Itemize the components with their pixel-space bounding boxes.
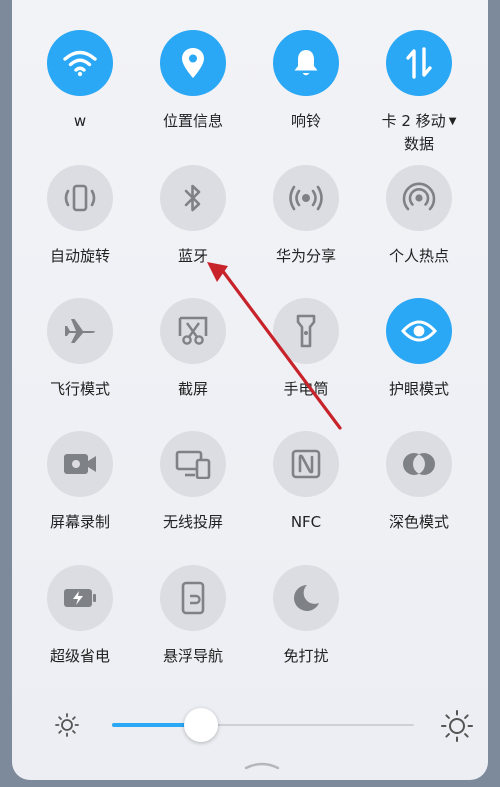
brightness-slider-track[interactable] <box>202 724 414 726</box>
tile-floating-nav[interactable]: 悬浮导航 <box>137 565 249 667</box>
tile-label: 响铃 <box>290 112 321 130</box>
tile-dark-mode[interactable]: 深色模式 <box>363 431 475 533</box>
tile-hotspot[interactable]: 个人热点 <box>363 165 475 267</box>
tile-label: 个人热点 <box>388 247 449 265</box>
flashlight-icon[interactable] <box>273 298 339 364</box>
airplane-icon[interactable] <box>47 298 113 364</box>
eye-comfort-icon[interactable] <box>386 298 452 364</box>
bell-icon[interactable] <box>273 30 339 96</box>
do-not-disturb-icon[interactable] <box>273 565 339 631</box>
tile-auto-rotate[interactable]: 自动旋转 <box>24 165 136 267</box>
tile-label: 无线投屏 <box>162 513 223 531</box>
tile-label: 护眼模式 <box>388 380 449 398</box>
tile-label: 蓝牙 <box>177 247 208 265</box>
chevron-down-icon[interactable]: ▼ <box>449 116 457 127</box>
auto-rotate-icon[interactable] <box>47 165 113 231</box>
tile-label: 位置信息 <box>162 112 223 130</box>
hotspot-icon[interactable] <box>386 165 452 231</box>
quick-settings-panel: w 位置信息 响铃 卡 2 移动 ▼ 数据 自动旋转 蓝牙 华为分享 个人热点 … <box>12 0 488 780</box>
tile-flashlight[interactable]: 手电筒 <box>250 298 362 400</box>
tile-label-line2: 数据 <box>403 135 434 153</box>
tile-screenshot[interactable]: 截屏 <box>137 298 249 400</box>
tile-label: 飞行模式 <box>49 380 110 398</box>
tile-label: w <box>73 112 87 130</box>
tile-label: 截屏 <box>177 380 208 398</box>
tile-mobile-data[interactable]: 卡 2 移动 ▼ 数据 <box>363 30 475 155</box>
tile-wifi[interactable]: w <box>24 30 136 132</box>
mobile-data-icon[interactable] <box>386 30 452 96</box>
tile-label: 自动旋转 <box>49 247 110 265</box>
tile-bluetooth[interactable]: 蓝牙 <box>137 165 249 267</box>
battery-saver-icon[interactable] <box>47 565 113 631</box>
tile-huawei-share[interactable]: 华为分享 <box>250 165 362 267</box>
tile-label: 免打扰 <box>283 647 329 665</box>
tile-label: 卡 2 移动 ▼ <box>382 110 457 133</box>
tile-label: 华为分享 <box>275 247 336 265</box>
brightness-low-icon <box>54 712 80 738</box>
nfc-icon[interactable] <box>273 431 339 497</box>
tile-battery-saver[interactable]: 超级省电 <box>24 565 136 667</box>
tile-wireless-projection[interactable]: 无线投屏 <box>137 431 249 533</box>
brightness-slider-thumb[interactable] <box>184 708 218 742</box>
tile-do-not-disturb[interactable]: 免打扰 <box>250 565 362 667</box>
location-icon[interactable] <box>160 30 226 96</box>
screen-record-icon[interactable] <box>47 431 113 497</box>
brightness-high-icon <box>440 709 474 743</box>
tile-label-text: 卡 2 移动 <box>381 112 446 130</box>
tile-label: 手电筒 <box>283 380 329 398</box>
screenshot-icon[interactable] <box>160 298 226 364</box>
tile-label: 屏幕录制 <box>49 513 110 531</box>
tile-ring[interactable]: 响铃 <box>250 30 362 132</box>
wifi-icon[interactable] <box>47 30 113 96</box>
huawei-share-icon[interactable] <box>273 165 339 231</box>
tile-eye-comfort[interactable]: 护眼模式 <box>363 298 475 400</box>
tile-location[interactable]: 位置信息 <box>137 30 249 132</box>
tile-label: 深色模式 <box>388 513 449 531</box>
tile-airplane[interactable]: 飞行模式 <box>24 298 136 400</box>
collapse-handle[interactable] <box>244 760 280 770</box>
wireless-projection-icon[interactable] <box>160 431 226 497</box>
tile-label: 悬浮导航 <box>162 647 223 665</box>
bluetooth-icon[interactable] <box>160 165 226 231</box>
tile-label: 超级省电 <box>49 647 110 665</box>
tile-screen-record[interactable]: 屏幕录制 <box>24 431 136 533</box>
floating-nav-icon[interactable] <box>160 565 226 631</box>
dark-mode-icon[interactable] <box>386 431 452 497</box>
tile-nfc[interactable]: NFC <box>250 431 362 533</box>
tile-label: NFC <box>290 513 322 531</box>
